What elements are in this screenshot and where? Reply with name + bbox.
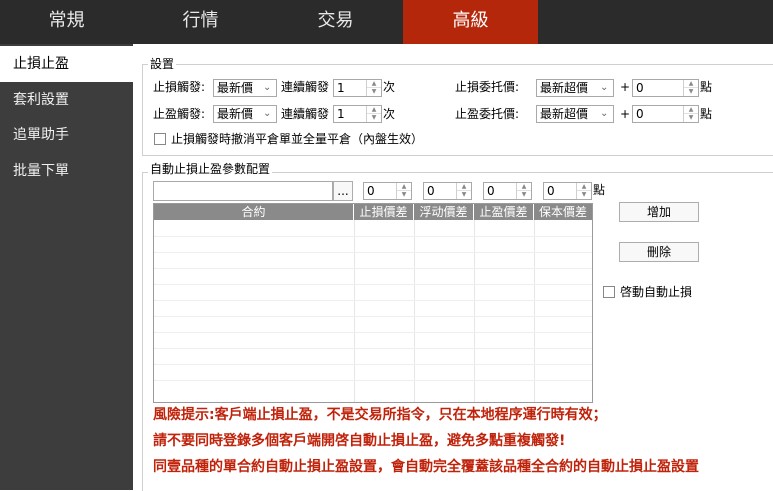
sidebar-item-arbitrage-settings[interactable]: 套利設置 — [0, 82, 133, 118]
column-header-contract[interactable]: 合約 — [154, 204, 354, 220]
column-header-tp-spread[interactable]: 止盈價差 — [474, 204, 534, 220]
stepper-arrows-icon[interactable]: ▲ ▼ — [516, 183, 531, 199]
consecutive-tp-label: 連續觸發 — [281, 107, 330, 121]
column-divider — [354, 220, 355, 402]
auto-config-group-title: 自動止損止盈參數配置 — [148, 162, 273, 176]
sidebar-item-chase-order-helper[interactable]: 追單助手 — [0, 117, 133, 153]
browse-button[interactable]: ... — [333, 181, 353, 201]
tp-spread-value: 0 — [487, 184, 495, 198]
takeprofit-trigger-label: 止盈觸發: — [153, 107, 206, 121]
tp-points-value: 0 — [636, 107, 644, 121]
sl-spread-stepper[interactable]: 0 ▲ ▼ — [363, 182, 412, 200]
chevron-down-icon: ⌄ — [600, 108, 609, 119]
tp-order-price-value: 最新超價 — [540, 107, 589, 121]
sl-order-price-label: 止損委托價: — [455, 80, 520, 94]
tab-trading[interactable]: 交易 — [268, 0, 403, 44]
row-divider — [154, 316, 592, 317]
top-tab-bar: 常規 行情 交易 高級 — [0, 0, 773, 44]
times-unit-label: 次 — [383, 107, 396, 121]
tp-spread-stepper[interactable]: 0 ▲ ▼ — [483, 182, 532, 200]
sl-spread-value: 0 — [367, 184, 375, 198]
risk-warning-line-3: 同壹品種的單合約自動止損止盈設置，會自動完全覆蓋該品種全合約的自動止損止盈設置 — [153, 459, 699, 475]
stepper-arrows-icon[interactable]: ▲ ▼ — [683, 106, 698, 122]
column-header-sl-spread[interactable]: 止損價差 — [354, 204, 414, 220]
chevron-down-icon: ⌄ — [600, 82, 609, 93]
cancel-close-checkbox-label: 止損觸發時撤消平倉單並全量平倉（內盤生效） — [171, 132, 424, 146]
plus-sign: + — [620, 107, 631, 121]
row-divider — [154, 332, 592, 333]
row-divider — [154, 284, 592, 285]
row-divider — [154, 364, 592, 365]
chevron-down-icon: ⌄ — [263, 82, 272, 93]
column-header-breakeven-spread[interactable]: 保本價差 — [534, 204, 592, 220]
stepper-arrows-icon[interactable]: ▲ ▼ — [396, 183, 411, 199]
tp-order-price-label: 止盈委托價: — [455, 107, 520, 121]
tp-points-stepper[interactable]: 0 ▲ ▼ — [632, 105, 699, 123]
points-unit-label: 點 — [700, 80, 713, 94]
sl-points-value: 0 — [636, 81, 644, 95]
delete-button[interactable]: 刪除 — [619, 242, 699, 262]
settings-group-title: 設置 — [148, 57, 177, 71]
contract-input[interactable] — [153, 181, 333, 201]
stepper-arrows-icon[interactable]: ▲ ▼ — [366, 106, 381, 122]
consecutive-tp-stepper[interactable]: 1 ▲ ▼ — [333, 105, 382, 123]
stoploss-trigger-label: 止損觸發: — [153, 80, 206, 94]
tab-quotes[interactable]: 行情 — [133, 0, 268, 44]
stepper-arrows-icon[interactable]: ▲ ▼ — [683, 80, 698, 96]
stepper-arrows-icon[interactable]: ▲ ▼ — [456, 183, 471, 199]
sl-order-price-select[interactable]: 最新超價 ⌄ — [536, 79, 614, 97]
column-divider — [414, 220, 415, 402]
points-unit-label: 點 — [700, 107, 713, 121]
plus-sign: + — [620, 80, 631, 94]
stepper-arrows-icon[interactable]: ▲ ▼ — [366, 80, 381, 96]
enable-auto-stoploss-checkbox[interactable] — [603, 286, 615, 298]
cancel-close-checkbox[interactable] — [154, 133, 166, 145]
float-spread-stepper[interactable]: 0 ▲ ▼ — [423, 182, 472, 200]
risk-warning-line-1: 風險提示:客戶端止損止盈，不是交易所指令，只在本地程序運行時有效； — [153, 407, 607, 423]
chevron-down-icon: ⌄ — [263, 108, 272, 119]
risk-warning-line-2: 請不要同時登錄多個客戶端開啓自動止損止盈，避免多點重複觸發! — [153, 433, 566, 449]
row-divider — [154, 348, 592, 349]
row-divider — [154, 236, 592, 237]
stepper-arrows-icon[interactable]: ▲ ▼ — [576, 183, 591, 199]
column-divider — [534, 220, 535, 402]
column-header-float-spread[interactable]: 浮动價差 — [414, 204, 474, 220]
row-divider — [154, 252, 592, 253]
sidebar-item-batch-order[interactable]: 批量下單 — [0, 153, 133, 189]
row-divider — [154, 300, 592, 301]
breakeven-spread-stepper[interactable]: 0 ▲ ▼ — [543, 182, 592, 200]
times-unit-label: 次 — [383, 80, 396, 94]
sidebar-item-stoploss-takeprofit[interactable]: 止損止盈 — [0, 46, 133, 82]
sl-points-stepper[interactable]: 0 ▲ ▼ — [632, 79, 699, 97]
points-unit-label: 點 — [593, 183, 606, 197]
tab-general[interactable]: 常規 — [0, 0, 133, 44]
consecutive-sl-stepper[interactable]: 1 ▲ ▼ — [333, 79, 382, 97]
row-divider — [154, 380, 592, 381]
consecutive-tp-value: 1 — [337, 107, 345, 121]
consecutive-sl-value: 1 — [337, 81, 345, 95]
takeprofit-trigger-select[interactable]: 最新價 ⌄ — [213, 105, 277, 123]
stoploss-trigger-value: 最新價 — [217, 81, 254, 95]
tp-order-price-select[interactable]: 最新超價 ⌄ — [536, 105, 614, 123]
stoploss-trigger-select[interactable]: 最新價 ⌄ — [213, 79, 277, 97]
add-button[interactable]: 增加 — [619, 202, 699, 222]
column-divider — [474, 220, 475, 402]
breakeven-spread-value: 0 — [547, 184, 555, 198]
takeprofit-trigger-value: 最新價 — [217, 107, 254, 121]
contract-config-table[interactable]: 合約 止損價差 浮动價差 止盈價差 保本價差 — [153, 203, 593, 403]
consecutive-sl-label: 連續觸發 — [281, 80, 330, 94]
enable-auto-stoploss-label: 啓動自動止損 — [620, 285, 693, 299]
tab-advanced[interactable]: 高級 — [403, 0, 538, 44]
float-spread-value: 0 — [427, 184, 435, 198]
sl-order-price-value: 最新超價 — [540, 81, 589, 95]
row-divider — [154, 268, 592, 269]
sidebar: 止損止盈 套利設置 追單助手 批量下單 — [0, 44, 133, 490]
